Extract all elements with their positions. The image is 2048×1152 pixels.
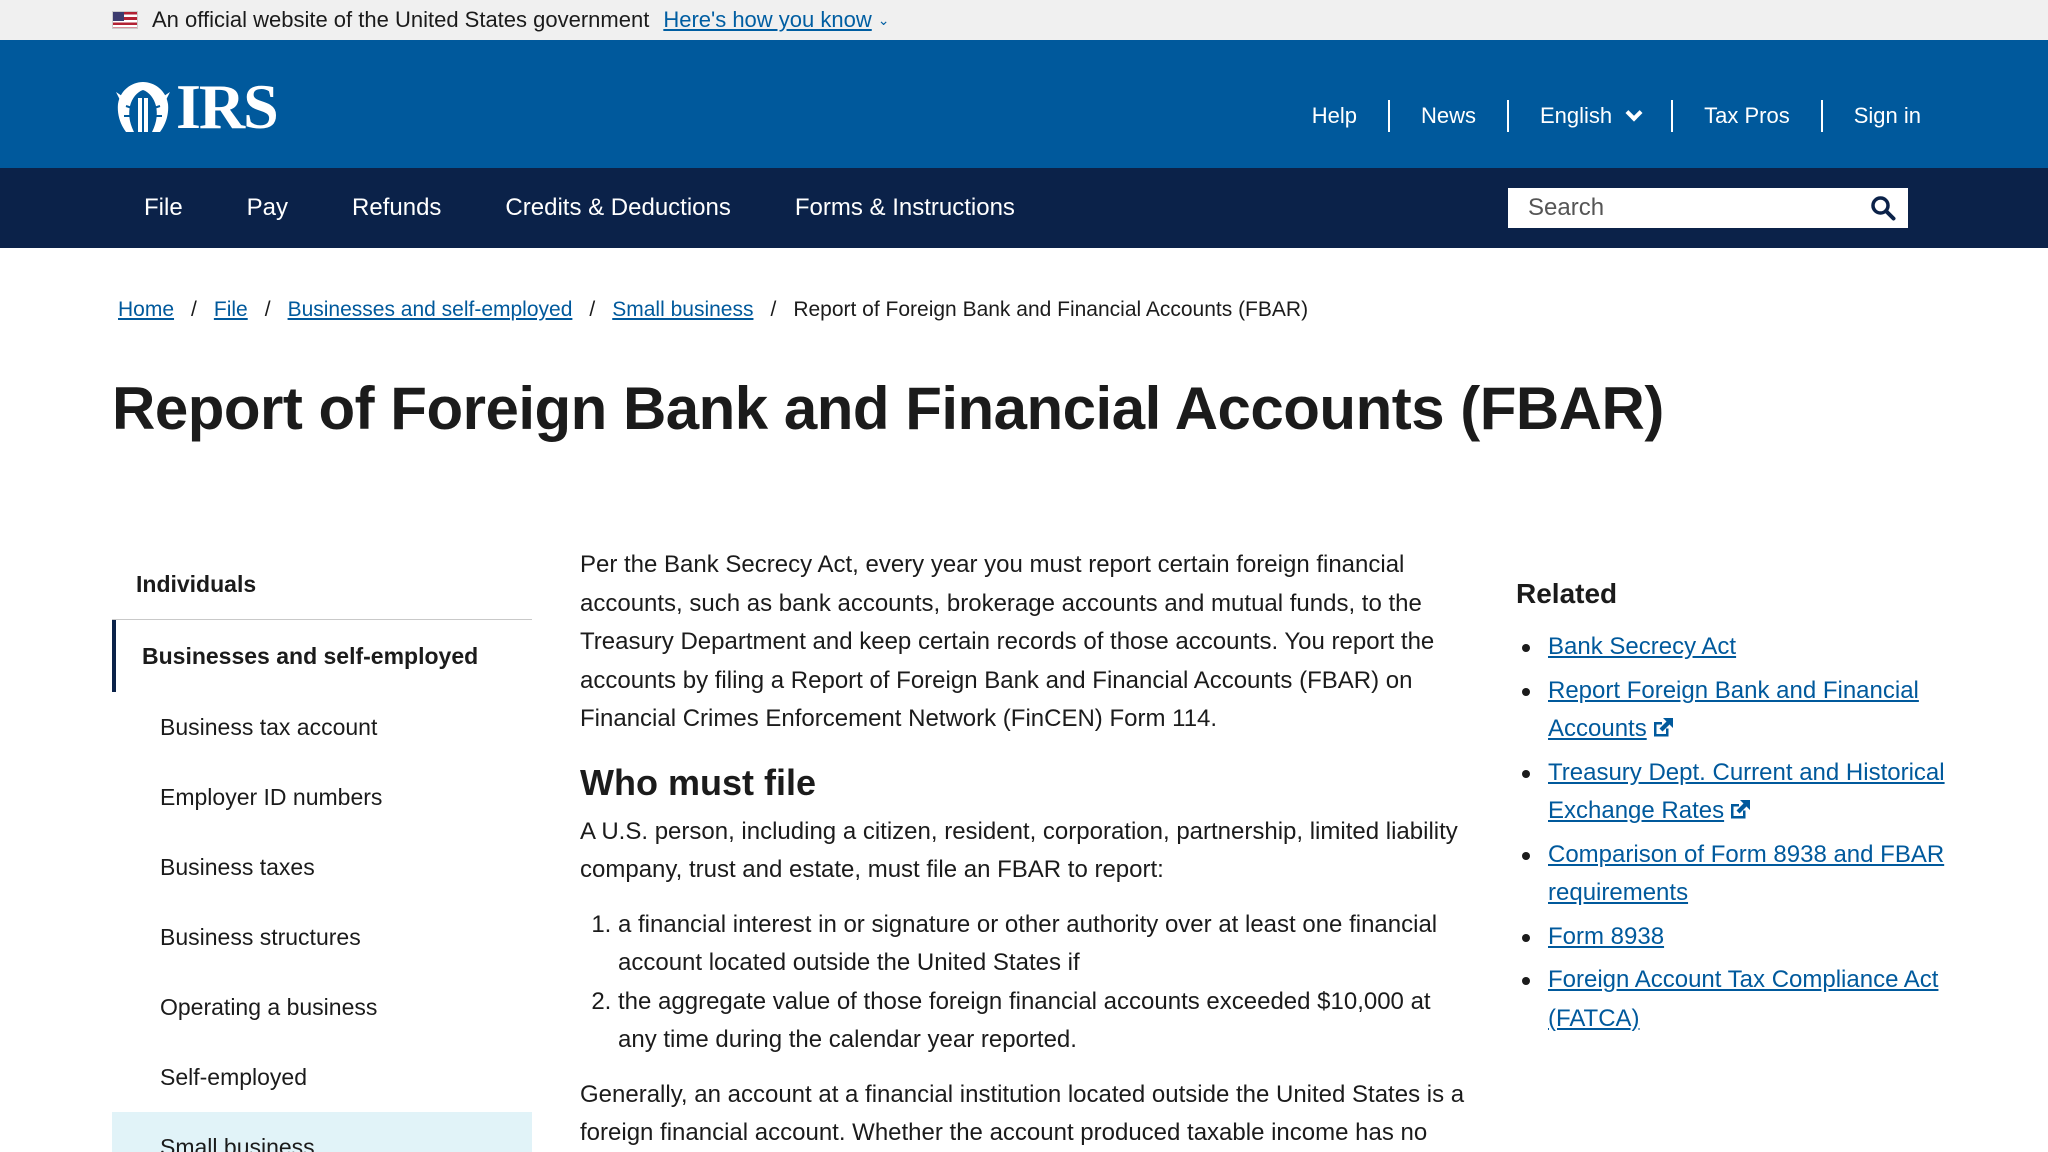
bank-secrecy-act-link[interactable]: Bank Secrecy Act [1548, 633, 1736, 660]
search-icon [1871, 196, 1896, 221]
tax-pros-label: Tax Pros [1704, 103, 1790, 128]
search-input[interactable] [1510, 190, 1860, 226]
breadcrumb-small-business[interactable]: Small business [612, 298, 753, 322]
utility-nav: Help News English Tax Pros Sign in [1281, 100, 1952, 132]
tax-pros-link[interactable]: Tax Pros [1671, 100, 1821, 132]
search-box [1508, 188, 1908, 228]
list-item: Foreign Account Tax Compliance Act (FATC… [1516, 961, 1956, 1038]
breadcrumb-separator: / [191, 298, 197, 321]
sidebar-item-operating-business[interactable]: Operating a business [112, 972, 532, 1042]
list-item: Comparison of Form 8938 and FBAR require… [1516, 836, 1956, 913]
sidebar-item-business-taxes[interactable]: Business taxes [112, 832, 532, 902]
breadcrumb-current: Report of Foreign Bank and Financial Acc… [793, 298, 1309, 321]
requirements-list: a financial interest in or signature or … [580, 906, 1470, 1060]
sidebar-item-businesses[interactable]: Businesses and self-employed [112, 620, 532, 692]
us-flag-icon [112, 11, 138, 29]
breadcrumb-separator: / [770, 298, 777, 321]
page-title: Report of Foreign Bank and Financial Acc… [112, 375, 1664, 442]
nav-forms-instructions[interactable]: Forms & Instructions [763, 194, 1047, 222]
eagle-logo-icon [116, 82, 170, 132]
sidebar-item-employer-id[interactable]: Employer ID numbers [112, 762, 532, 832]
gov-banner: An official website of the United States… [0, 0, 2048, 40]
breadcrumb-file[interactable]: File [214, 298, 248, 322]
list-item: Bank Secrecy Act [1516, 628, 1956, 667]
related-heading: Related [1516, 578, 1618, 609]
list-item: a financial interest in or signature or … [618, 906, 1470, 983]
chevron-down-icon [1625, 104, 1643, 122]
breadcrumb: Home / File / Businesses and self-employ… [118, 298, 1308, 322]
related-links: Related Bank Secrecy Act Report Foreign … [1516, 578, 1956, 1043]
list-item: Form 8938 [1516, 918, 1956, 957]
language-label: English [1539, 103, 1613, 128]
comparison-8938-fbar-link[interactable]: Comparison of Form 8938 and FBAR require… [1548, 841, 1944, 907]
breadcrumb-separator: / [264, 298, 271, 321]
nav-file[interactable]: File [112, 194, 215, 222]
language-select[interactable]: English [1506, 100, 1671, 132]
chevron-down-icon[interactable]: ⌄ [878, 12, 890, 29]
breadcrumb-home[interactable]: Home [118, 298, 174, 322]
generally-paragraph: Generally, an account at a financial ins… [580, 1080, 1465, 1147]
who-must-file-heading: Who must file [580, 761, 816, 803]
nav-credits-deductions[interactable]: Credits & Deductions [473, 194, 762, 222]
sidebar-item-self-employed[interactable]: Self-employed [112, 1042, 532, 1112]
list-item: the aggregate value of those foreign fin… [618, 983, 1470, 1060]
breadcrumb-separator: / [589, 298, 596, 321]
help-link[interactable]: Help [1281, 100, 1388, 132]
sidebar-item-small-business[interactable]: Small business [112, 1112, 532, 1152]
sidebar-nav: Individuals Businesses and self-employed… [112, 550, 532, 1152]
nav-refunds[interactable]: Refunds [320, 194, 473, 222]
external-link-icon[interactable] [1728, 798, 1752, 820]
site-header: IRS Help News English Tax Pros Sign in [0, 40, 2048, 168]
fatca-link[interactable]: Foreign Account Tax Compliance Act (FATC… [1548, 966, 1938, 1032]
irs-logo[interactable]: IRS [112, 71, 279, 142]
who-must-file-text: A U.S. person, including a citizen, resi… [580, 817, 1458, 884]
search-button[interactable] [1860, 190, 1906, 226]
form-8938-link[interactable]: Form 8938 [1548, 923, 1664, 950]
news-link[interactable]: News [1387, 100, 1507, 132]
sidebar-item-business-tax-account[interactable]: Business tax account [112, 692, 532, 762]
main-content: Per the Bank Secrecy Act, every year you… [580, 546, 1470, 1152]
external-link-icon[interactable] [1651, 716, 1675, 738]
sidebar-item-individuals[interactable]: Individuals [112, 550, 532, 620]
breadcrumb-businesses[interactable]: Businesses and self-employed [288, 298, 573, 322]
help-label: Help [1311, 103, 1357, 128]
intro-paragraph: Per the Bank Secrecy Act, every year you… [580, 551, 1435, 732]
list-item: Treasury Dept. Current and Historical Ex… [1516, 754, 1956, 831]
heres-how-you-know-link[interactable]: Here's how you know [663, 7, 871, 33]
sign-in-link[interactable]: Sign in [1820, 100, 1952, 132]
report-fbar-link[interactable]: Report Foreign Bank and Financial Accoun… [1548, 677, 1919, 743]
sign-in-label: Sign in [1853, 103, 1921, 128]
nav-pay[interactable]: Pay [215, 194, 320, 222]
sidebar-item-business-structures[interactable]: Business structures [112, 902, 532, 972]
logo-text: IRS [176, 71, 279, 142]
news-label: News [1420, 103, 1476, 128]
gov-banner-text: An official website of the United States… [152, 7, 650, 32]
list-item: Report Foreign Bank and Financial Accoun… [1516, 672, 1956, 749]
